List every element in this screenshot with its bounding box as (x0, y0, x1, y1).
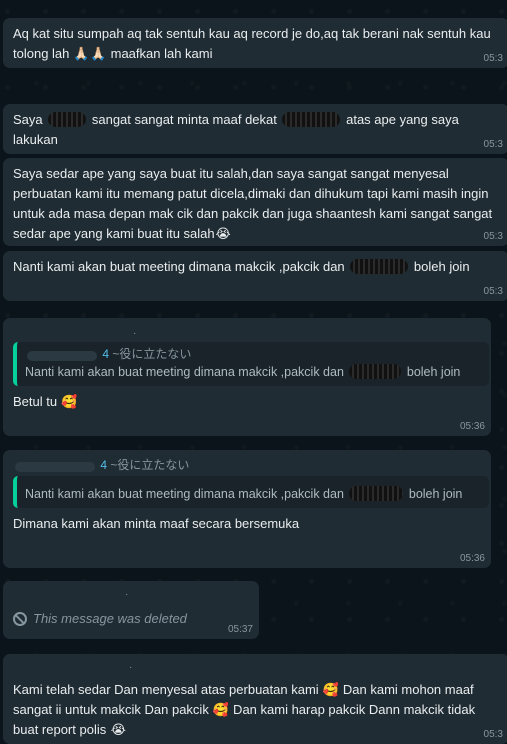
quoted-text: Nanti kami akan buat meeting dimana makc… (25, 486, 463, 501)
message-time: 05:36 (459, 553, 485, 564)
quoted-author: 4 ~役に立たない (25, 346, 481, 362)
message-bubble[interactable]: Aq kat situ sumpah aq tak sentuh kau aq … (3, 18, 507, 68)
smiling-hearts-emoji: 🥰 (322, 682, 339, 697)
message-text: Betul tu 🥰 (13, 392, 482, 412)
message-time: 05:3 (483, 139, 503, 150)
message-time: 05:3 (483, 729, 503, 740)
quoted-message[interactable]: Nanti kami akan buat meeting dimana makc… (13, 476, 489, 508)
sender-dot: · (125, 589, 129, 600)
sender-name[interactable]: 4 ~役に立たない (13, 456, 482, 474)
sender-dot: · (133, 328, 137, 339)
message-text: Saya sedar ape yang saya buat itu salah,… (13, 164, 500, 244)
pray-emoji: 🙏🏻 (73, 46, 90, 61)
message-text: Saya sangat sangat minta maaf dekat atas… (13, 112, 463, 147)
message-time: 05:37 (227, 624, 253, 635)
pray-emoji: 🙏🏻 (90, 46, 107, 61)
message-text: Aq kat situ sumpah aq tak sentuh kau aq … (13, 24, 500, 64)
message-bubble[interactable]: Nanti kami akan buat meeting dimana makc… (3, 251, 507, 301)
message-bubble[interactable]: · Kami telah sedar Dan menyesal atas per… (3, 654, 507, 744)
smiling-hearts-emoji: 🥰 (212, 702, 230, 717)
message-text: Nanti kami akan buat meeting dimana makc… (13, 259, 470, 274)
redacted-phone (27, 351, 97, 361)
redacted-name (349, 364, 402, 379)
message-time: 05:3 (483, 231, 503, 242)
redacted-name (48, 112, 87, 127)
smiling-hearts-emoji: 🥰 (61, 394, 78, 409)
crying-emoji: 😭 (215, 226, 231, 241)
crying-emoji: 😭 (110, 722, 126, 737)
reply-message-bubble[interactable]: 4 ~役に立たない Nanti kami akan buat meeting d… (3, 450, 491, 568)
message-text: Dimana kami akan minta maaf secara berse… (13, 516, 300, 531)
deleted-message-bubble[interactable]: · This message was deleted 05:37 (3, 581, 259, 639)
sender-dot: · (129, 662, 133, 673)
redacted-name (350, 259, 409, 274)
deleted-message: This message was deleted (13, 609, 250, 629)
message-time: 05:3 (483, 286, 503, 297)
message-bubble[interactable]: Saya sangat sangat minta maaf dekat atas… (3, 104, 507, 154)
message-time: 05:3 (483, 53, 503, 64)
quoted-text: Nanti kami akan buat meeting dimana makc… (25, 364, 461, 379)
ban-icon (13, 612, 27, 626)
quoted-message[interactable]: 4 ~役に立たない Nanti kami akan buat meeting d… (13, 342, 489, 386)
message-bubble[interactable]: Saya sedar ape yang saya buat itu salah,… (3, 158, 507, 246)
redacted-name (349, 486, 404, 501)
redacted-phone (15, 462, 95, 472)
message-text: Kami telah sedar Dan menyesal atas perbu… (13, 680, 500, 740)
redacted-name (282, 112, 341, 127)
reply-message-bubble[interactable]: · 4 ~役に立たない Nanti kami akan buat meeting… (3, 318, 491, 436)
message-time: 05:36 (459, 421, 485, 432)
